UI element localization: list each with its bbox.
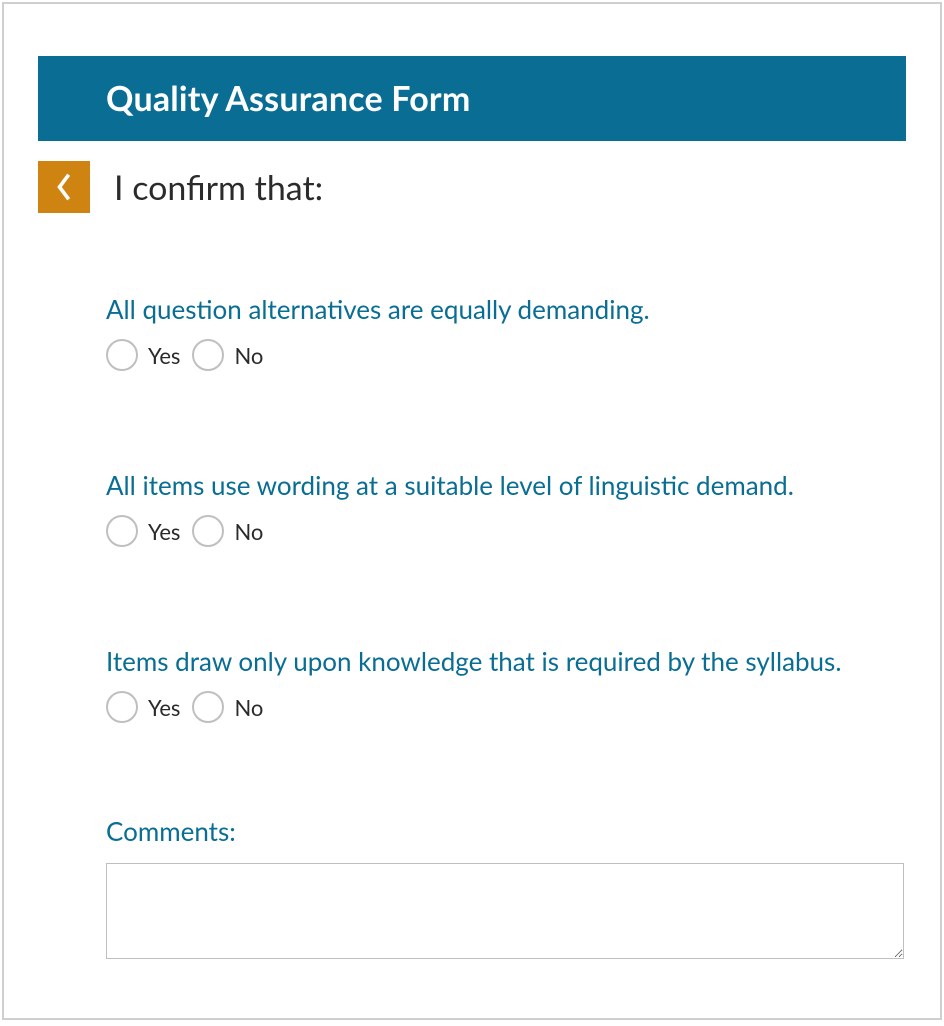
radio-option-no[interactable]: No — [192, 339, 263, 371]
radio-circle-icon — [106, 339, 138, 371]
radio-circle-icon — [192, 339, 224, 371]
radio-group: Yes No — [106, 691, 906, 723]
form-header: Quality Assurance Form — [38, 56, 906, 141]
radio-option-no[interactable]: No — [192, 515, 263, 547]
question-block: All question alternatives are equally de… — [106, 293, 906, 371]
radio-option-yes[interactable]: Yes — [106, 515, 180, 547]
radio-label-no: No — [234, 342, 263, 369]
radio-group: Yes No — [106, 515, 906, 547]
radio-label-yes: Yes — [148, 518, 180, 545]
radio-option-yes[interactable]: Yes — [106, 691, 180, 723]
radio-label-no: No — [234, 694, 263, 721]
form-frame: Quality Assurance Form I confirm that: A… — [2, 2, 942, 1020]
chevron-left-icon — [55, 173, 73, 201]
radio-label-yes: Yes — [148, 694, 180, 721]
radio-label-yes: Yes — [148, 342, 180, 369]
comments-textarea[interactable] — [106, 863, 904, 959]
radio-circle-icon — [192, 515, 224, 547]
radio-circle-icon — [192, 691, 224, 723]
form-title: Quality Assurance Form — [106, 78, 471, 119]
comments-block: Comments: — [106, 815, 906, 963]
question-text: Items draw only upon knowledge that is r… — [106, 645, 906, 677]
question-text: All items use wording at a suitable leve… — [106, 469, 906, 501]
radio-circle-icon — [106, 691, 138, 723]
radio-label-no: No — [234, 518, 263, 545]
question-block: All items use wording at a suitable leve… — [106, 469, 906, 547]
radio-circle-icon — [106, 515, 138, 547]
radio-option-yes[interactable]: Yes — [106, 339, 180, 371]
question-block: Items draw only upon knowledge that is r… — [106, 645, 906, 723]
radio-option-no[interactable]: No — [192, 691, 263, 723]
question-text: All question alternatives are equally de… — [106, 293, 906, 325]
radio-group: Yes No — [106, 339, 906, 371]
questions-container: All question alternatives are equally de… — [106, 293, 906, 963]
section-title: I confirm that: — [114, 167, 323, 208]
comments-label: Comments: — [106, 815, 906, 847]
section-row: I confirm that: — [38, 161, 906, 213]
back-button[interactable] — [38, 161, 90, 213]
